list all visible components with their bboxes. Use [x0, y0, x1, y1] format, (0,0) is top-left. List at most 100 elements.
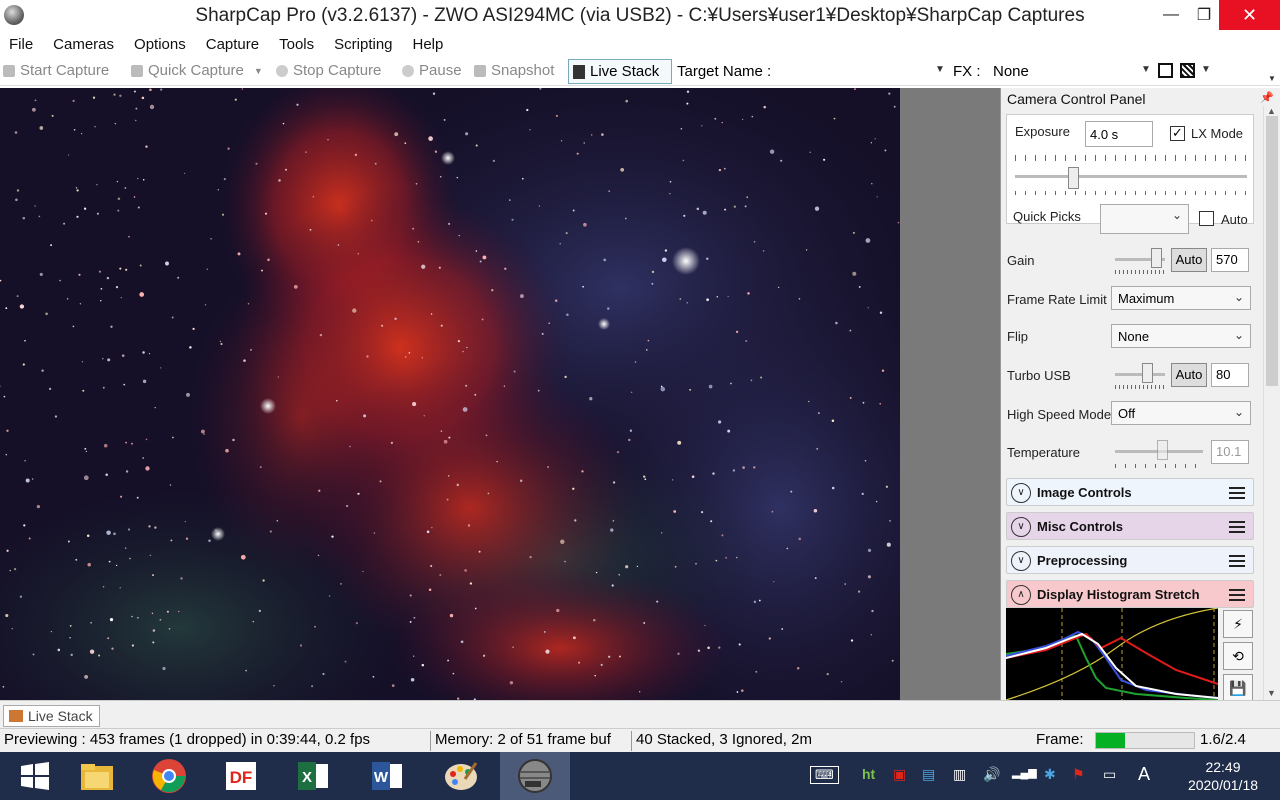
- menu-options[interactable]: Options: [134, 36, 186, 53]
- star-point: [137, 206, 140, 209]
- scroll-up-icon[interactable]: ▲: [1267, 106, 1276, 116]
- live-stack-button[interactable]: Live Stack: [568, 59, 672, 84]
- gain-input[interactable]: 570: [1211, 248, 1249, 272]
- keyboard-icon[interactable]: ⌨: [810, 766, 839, 784]
- star-point: [421, 663, 425, 667]
- exposure-slider-thumb[interactable]: [1068, 167, 1080, 189]
- menu-cameras[interactable]: Cameras: [53, 36, 114, 53]
- ime-indicator[interactable]: A: [1138, 764, 1150, 785]
- turbo-slider-thumb[interactable]: [1142, 363, 1154, 383]
- star-point: [5, 613, 9, 618]
- fx-dropdown-icon[interactable]: ▼: [1141, 64, 1151, 75]
- quick-capture-button[interactable]: Quick Capture ▼: [131, 62, 263, 79]
- save-stretch-button[interactable]: 💾: [1223, 674, 1253, 702]
- reset-stretch-button[interactable]: ⟲: [1223, 642, 1253, 670]
- close-button[interactable]: ✕: [1219, 0, 1280, 30]
- star-point: [34, 205, 36, 207]
- gain-slider-thumb[interactable]: [1151, 248, 1163, 268]
- display-tray-icon[interactable]: ▭: [1103, 766, 1116, 783]
- menu-icon[interactable]: [1229, 487, 1245, 499]
- menu-icon[interactable]: [1229, 555, 1245, 567]
- menu-file[interactable]: File: [9, 36, 33, 53]
- minimize-button[interactable]: —: [1153, 0, 1189, 30]
- star-point: [744, 205, 747, 208]
- snapshot-icon: [474, 64, 486, 77]
- star-point: [119, 267, 122, 270]
- display-histogram-stretch-section[interactable]: ∧ Display Histogram Stretch: [1006, 580, 1254, 608]
- menu-tools[interactable]: Tools: [279, 36, 314, 53]
- star-point: [50, 244, 53, 247]
- windows-start-button[interactable]: [0, 752, 70, 800]
- scroll-thumb[interactable]: [1266, 116, 1278, 386]
- network-app-tray-icon[interactable]: ▤: [922, 766, 935, 783]
- scroll-down-icon[interactable]: ▼: [1267, 688, 1276, 698]
- menu-capture[interactable]: Capture: [206, 36, 259, 53]
- maximize-button[interactable]: ❐: [1189, 0, 1219, 30]
- word-taskbar-button[interactable]: W: [352, 752, 422, 800]
- overlay-dropdown-icon[interactable]: ▼: [1201, 64, 1211, 75]
- star-point: [831, 486, 835, 490]
- exposure-slider-track[interactable]: [1015, 175, 1247, 178]
- image-controls-section[interactable]: ∨ Image Controls: [1006, 478, 1254, 506]
- pdf-tray-icon[interactable]: ▣: [893, 766, 906, 783]
- sharpcap-taskbar-button[interactable]: [500, 752, 570, 800]
- panel-scrollbar[interactable]: ▲ ▼: [1263, 106, 1279, 700]
- signal-icon[interactable]: ▂▄▆: [1012, 766, 1037, 779]
- focus-mask-icon[interactable]: [1180, 63, 1195, 78]
- menu-icon[interactable]: [1229, 521, 1245, 533]
- turbo-input[interactable]: 80: [1211, 363, 1249, 387]
- misc-controls-section[interactable]: ∨ Misc Controls: [1006, 512, 1254, 540]
- quick-picks-auto-checkbox[interactable]: [1199, 211, 1214, 226]
- paint-taskbar-button[interactable]: [426, 752, 496, 800]
- menu-scripting[interactable]: Scripting: [334, 36, 392, 53]
- pause-button[interactable]: Pause: [402, 62, 462, 79]
- star-point: [217, 189, 220, 191]
- reticle-icon[interactable]: [1158, 63, 1173, 78]
- star-point: [159, 618, 162, 621]
- file-explorer-taskbar-button[interactable]: [62, 752, 132, 800]
- clock-time: 22:49: [1205, 759, 1241, 775]
- target-dropdown-icon[interactable]: ▼: [935, 64, 945, 75]
- clock[interactable]: 22:49 2020/01/18: [1168, 758, 1278, 794]
- star-point: [833, 117, 836, 120]
- menu-icon[interactable]: [1229, 589, 1245, 601]
- toolbar-overflow-icon[interactable]: ▼: [1268, 74, 1276, 83]
- stop-capture-button[interactable]: Stop Capture: [276, 62, 381, 79]
- excel-taskbar-button[interactable]: X: [278, 752, 348, 800]
- exposure-input[interactable]: 4.0 s: [1085, 121, 1153, 147]
- preprocessing-section[interactable]: ∨ Preprocessing: [1006, 546, 1254, 574]
- device-tray-icon[interactable]: ▥: [953, 766, 966, 783]
- volume-icon[interactable]: 🔊: [983, 766, 1000, 783]
- auto-stretch-button[interactable]: ⚡: [1223, 610, 1253, 638]
- turbo-slider-track[interactable]: [1115, 373, 1165, 376]
- star-point: [545, 649, 550, 654]
- image-viewport[interactable]: [0, 88, 1000, 700]
- flag-icon[interactable]: ⚑: [1072, 766, 1085, 783]
- star-point: [72, 325, 75, 328]
- snapshot-button[interactable]: Snapshot: [474, 62, 554, 79]
- gain-auto-button[interactable]: Auto: [1171, 248, 1207, 272]
- turbo-auto-button[interactable]: Auto: [1171, 363, 1207, 387]
- lx-mode-checkbox[interactable]: ✓: [1170, 126, 1185, 141]
- star-point: [491, 289, 494, 292]
- pin-icon[interactable]: 📌: [1260, 91, 1274, 104]
- star-point: [51, 114, 54, 117]
- fx-select[interactable]: None: [993, 63, 1029, 80]
- quick-picks-select[interactable]: ⌄: [1100, 204, 1189, 234]
- bluetooth-icon[interactable]: ✱: [1044, 766, 1056, 783]
- menu-help[interactable]: Help: [413, 36, 444, 53]
- flip-select[interactable]: None ⌄: [1111, 324, 1251, 348]
- target-name-input[interactable]: [788, 60, 934, 84]
- live-stack-tab[interactable]: Live Stack: [3, 705, 100, 727]
- star-point: [607, 307, 610, 310]
- ht-tray-icon[interactable]: ht: [862, 766, 875, 782]
- chrome-taskbar-button[interactable]: [134, 752, 204, 800]
- high-speed-select[interactable]: Off ⌄: [1111, 401, 1251, 425]
- start-capture-button[interactable]: Start Capture: [3, 62, 109, 79]
- df-app-taskbar-button[interactable]: DF: [206, 752, 276, 800]
- histogram-chart[interactable]: [1006, 608, 1218, 700]
- star-point: [69, 637, 71, 639]
- star-point: [706, 298, 709, 302]
- star-point: [504, 267, 507, 270]
- frame-rate-select[interactable]: Maximum ⌄: [1111, 286, 1251, 310]
